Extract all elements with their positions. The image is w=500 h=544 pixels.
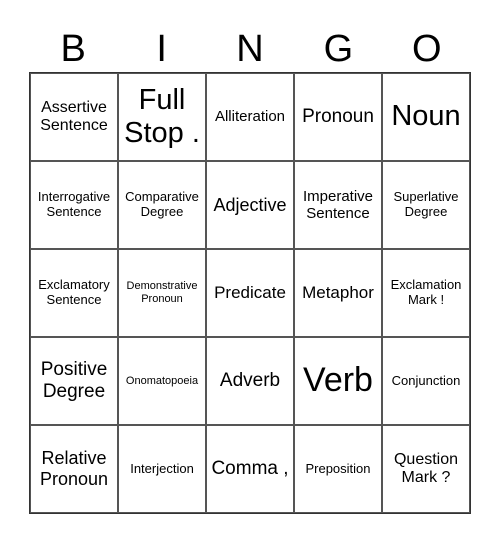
bingo-cell[interactable]: Onomatopoeia	[118, 337, 206, 425]
bingo-cell[interactable]: Superlative Degree	[382, 161, 470, 249]
header-letter-i: I	[156, 28, 167, 70]
bingo-cell[interactable]: Alliteration	[206, 73, 294, 161]
bingo-cell[interactable]: Adjective	[206, 161, 294, 249]
header-letter-b: B	[60, 28, 86, 70]
bingo-cell[interactable]: Interrogative Sentence	[30, 161, 118, 249]
bingo-cell[interactable]: Metaphor	[294, 249, 382, 337]
bingo-cell[interactable]: Preposition	[294, 425, 382, 513]
bingo-cell[interactable]: Noun	[382, 73, 470, 161]
bingo-cell[interactable]: Interjection	[118, 425, 206, 513]
bingo-cell[interactable]: Relative Pronoun	[30, 425, 118, 513]
bingo-cell[interactable]: Comma ,	[206, 425, 294, 513]
header-letter-n: N	[236, 28, 264, 70]
bingo-cell[interactable]: Full Stop .	[118, 73, 206, 161]
header-letter-g: G	[323, 28, 354, 70]
bingo-cell[interactable]: Predicate	[206, 249, 294, 337]
bingo-cell[interactable]: Exclamatory Sentence	[30, 249, 118, 337]
bingo-header: B I N G O	[29, 26, 471, 72]
bingo-cell[interactable]: Question Mark ?	[382, 425, 470, 513]
bingo-card-grid: Assertive Sentence Full Stop . Alliterat…	[29, 72, 471, 514]
bingo-cell[interactable]: Adverb	[206, 337, 294, 425]
bingo-cell[interactable]: Exclamation Mark !	[382, 249, 470, 337]
bingo-cell[interactable]: Verb	[294, 337, 382, 425]
bingo-cell[interactable]: Conjunction	[382, 337, 470, 425]
bingo-cell[interactable]: Demonstrative Pronoun	[118, 249, 206, 337]
bingo-cell[interactable]: Positive Degree	[30, 337, 118, 425]
bingo-cell[interactable]: Imperative Sentence	[294, 161, 382, 249]
header-letter-o: O	[412, 28, 442, 70]
bingo-cell[interactable]: Assertive Sentence	[30, 73, 118, 161]
bingo-cell[interactable]: Comparative Degree	[118, 161, 206, 249]
bingo-cell[interactable]: Pronoun	[294, 73, 382, 161]
